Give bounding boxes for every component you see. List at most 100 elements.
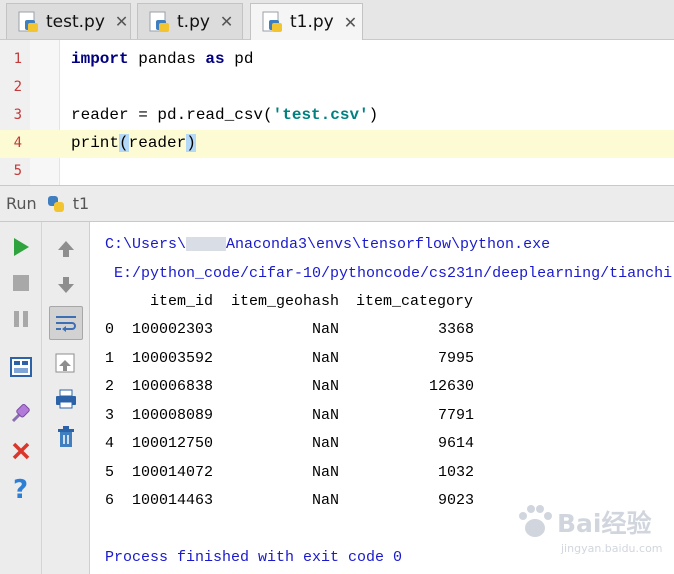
paw-logo [519,505,552,537]
item-category-cell: 7791 [437,407,474,424]
column-header: item_geohash [231,293,340,310]
help-button[interactable]: ? [4,472,38,506]
line-number: 5 [13,163,22,179]
printer-icon [56,389,76,409]
close-icon[interactable]: ✕ [344,13,357,32]
column-header: item_id [150,293,214,310]
item-category-cell: 12630 [428,378,474,395]
code-token: reader [128,134,187,152]
scroll-to-end-button[interactable] [49,346,83,380]
code-line[interactable]: 5 [0,158,674,186]
rerun-button[interactable] [4,230,38,264]
item-category-cell: 9023 [437,492,474,509]
clear-all-button[interactable] [49,420,83,454]
scroll-up-button[interactable] [49,232,83,266]
print-button[interactable] [49,382,83,416]
item-id-cell: 100002303 [132,321,214,338]
current-code-line[interactable]: 4 print(reader) [0,130,674,158]
code-token: pandas [128,50,206,68]
tab-label: test.py [46,11,105,32]
code-token: reader = pd.read_csv( [71,106,273,124]
matched-brace: ) [186,134,196,152]
item-category-cell: 9614 [437,435,474,452]
pause-button[interactable] [4,302,38,336]
run-panel-label: Run [6,194,37,213]
run-toolbar-secondary [42,222,90,574]
pause-icon [14,311,28,327]
restore-layout-button[interactable] [4,350,38,384]
soft-wrap-toggle[interactable] [49,306,83,340]
builtin-function: print [71,134,120,152]
keyword: import [71,50,129,68]
tab-t1-py[interactable]: t1.py ✕ [250,3,363,40]
row-index: 3 [105,407,115,424]
code-line[interactable]: 3 reader = pd.read_csv('test.csv') [0,102,674,130]
question-icon: ? [13,476,28,502]
script-path-line: E:/python_code/cifar-10/pythoncode/cs231… [105,265,673,282]
row-index: 5 [105,464,115,481]
python-icon [46,194,66,214]
stop-icon [13,275,29,291]
item-id-cell: 100006838 [132,378,214,395]
scroll-to-end-icon [55,353,75,373]
code-text: import pandas as pd [71,50,253,68]
tab-label: t.py [177,11,210,32]
item-category-cell: 3368 [437,321,474,338]
item-geohash-cell: NaN [312,464,340,481]
line-number: 1 [13,51,22,67]
code-text: reader = pd.read_csv('test.csv') [71,106,378,124]
watermark-url: jingyan.baidu.com [561,542,663,555]
close-icon [12,442,30,460]
scroll-down-button[interactable] [49,268,83,302]
row-index: 1 [105,350,115,367]
stop-button[interactable] [4,266,38,300]
line-number: 2 [13,79,22,95]
interpreter-path-line: C:\Users\ Anaconda3\envs\tensorflow\pytho… [105,236,550,253]
item-id-cell: 100003592 [132,350,214,367]
close-icon[interactable]: ✕ [220,12,233,31]
python-file-icon [261,11,283,33]
row-index: 2 [105,378,115,395]
trash-icon [58,426,74,447]
item-id-cell: 100014463 [132,492,214,509]
layout-icon [10,357,32,377]
code-line[interactable]: 2 [0,74,674,102]
tab-label: t1.py [290,12,334,32]
item-category-cell: 1032 [437,464,474,481]
watermark-text: Bai经验 [557,509,652,538]
item-id-cell: 100008089 [132,407,214,424]
interpreter-path-prefix: C:\Users\ [105,236,187,253]
item-geohash-cell: NaN [312,321,340,338]
code-text: print(reader) [71,134,196,152]
run-panel-header: Run t1 [0,185,674,222]
row-index: 6 [105,492,115,509]
soft-wrap-icon [56,316,76,332]
item-id-cell: 100012750 [132,435,214,452]
code-token: ) [368,106,379,124]
python-file-icon [17,11,39,33]
redacted-username [186,237,227,252]
close-run-button[interactable] [4,434,38,468]
matched-brace: ( [119,134,129,152]
code-line[interactable]: 1 import pandas as pd [0,46,674,74]
pin-tab-button[interactable] [4,396,38,430]
tab-test-py[interactable]: test.py ✕ [6,3,131,39]
column-header: item_category [356,293,474,310]
run-toolbar-primary: ? [0,222,42,574]
python-file-icon [148,11,170,33]
code-editor[interactable]: 1 import pandas as pd 2 3 reader = pd.re… [0,40,674,185]
interpreter-path-suffix: Anaconda3\envs\tensorflow\python.exe [226,236,551,253]
close-icon[interactable]: ✕ [115,12,128,31]
tab-t-py[interactable]: t.py ✕ [137,3,243,39]
line-number: 4 [13,135,22,151]
keyword: as [205,50,225,68]
exit-message: Process finished with exit code 0 [105,549,403,566]
item-id-cell: 100014072 [132,464,214,481]
item-category-cell: 7995 [437,350,474,367]
row-index: 4 [105,435,115,452]
item-geohash-cell: NaN [312,492,340,509]
arrow-down-icon [58,277,74,293]
editor-tab-bar: test.py ✕ t.py ✕ t1.py ✕ [0,0,674,40]
string-literal: 'test.csv' [272,106,369,124]
play-icon [14,238,29,256]
